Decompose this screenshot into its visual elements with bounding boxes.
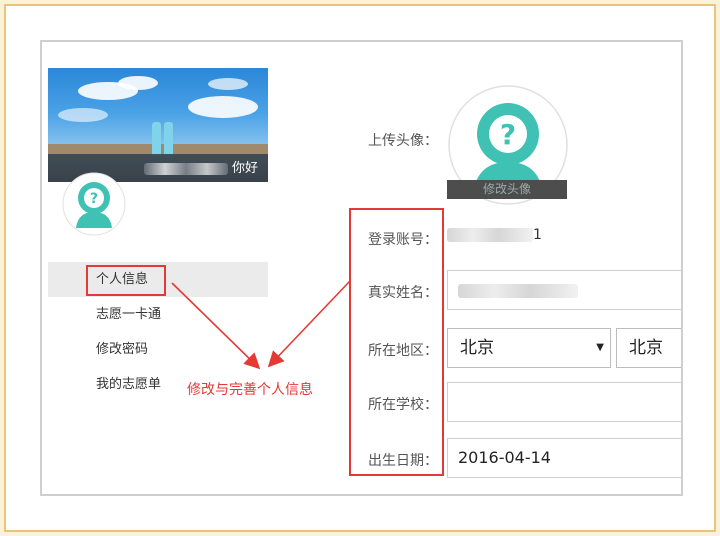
arrow-from-form bbox=[267, 280, 351, 368]
arrow-from-sidebar bbox=[171, 282, 261, 370]
annotation-caption: 修改与完善个人信息 bbox=[187, 382, 313, 398]
annotation-arrows bbox=[171, 280, 351, 370]
